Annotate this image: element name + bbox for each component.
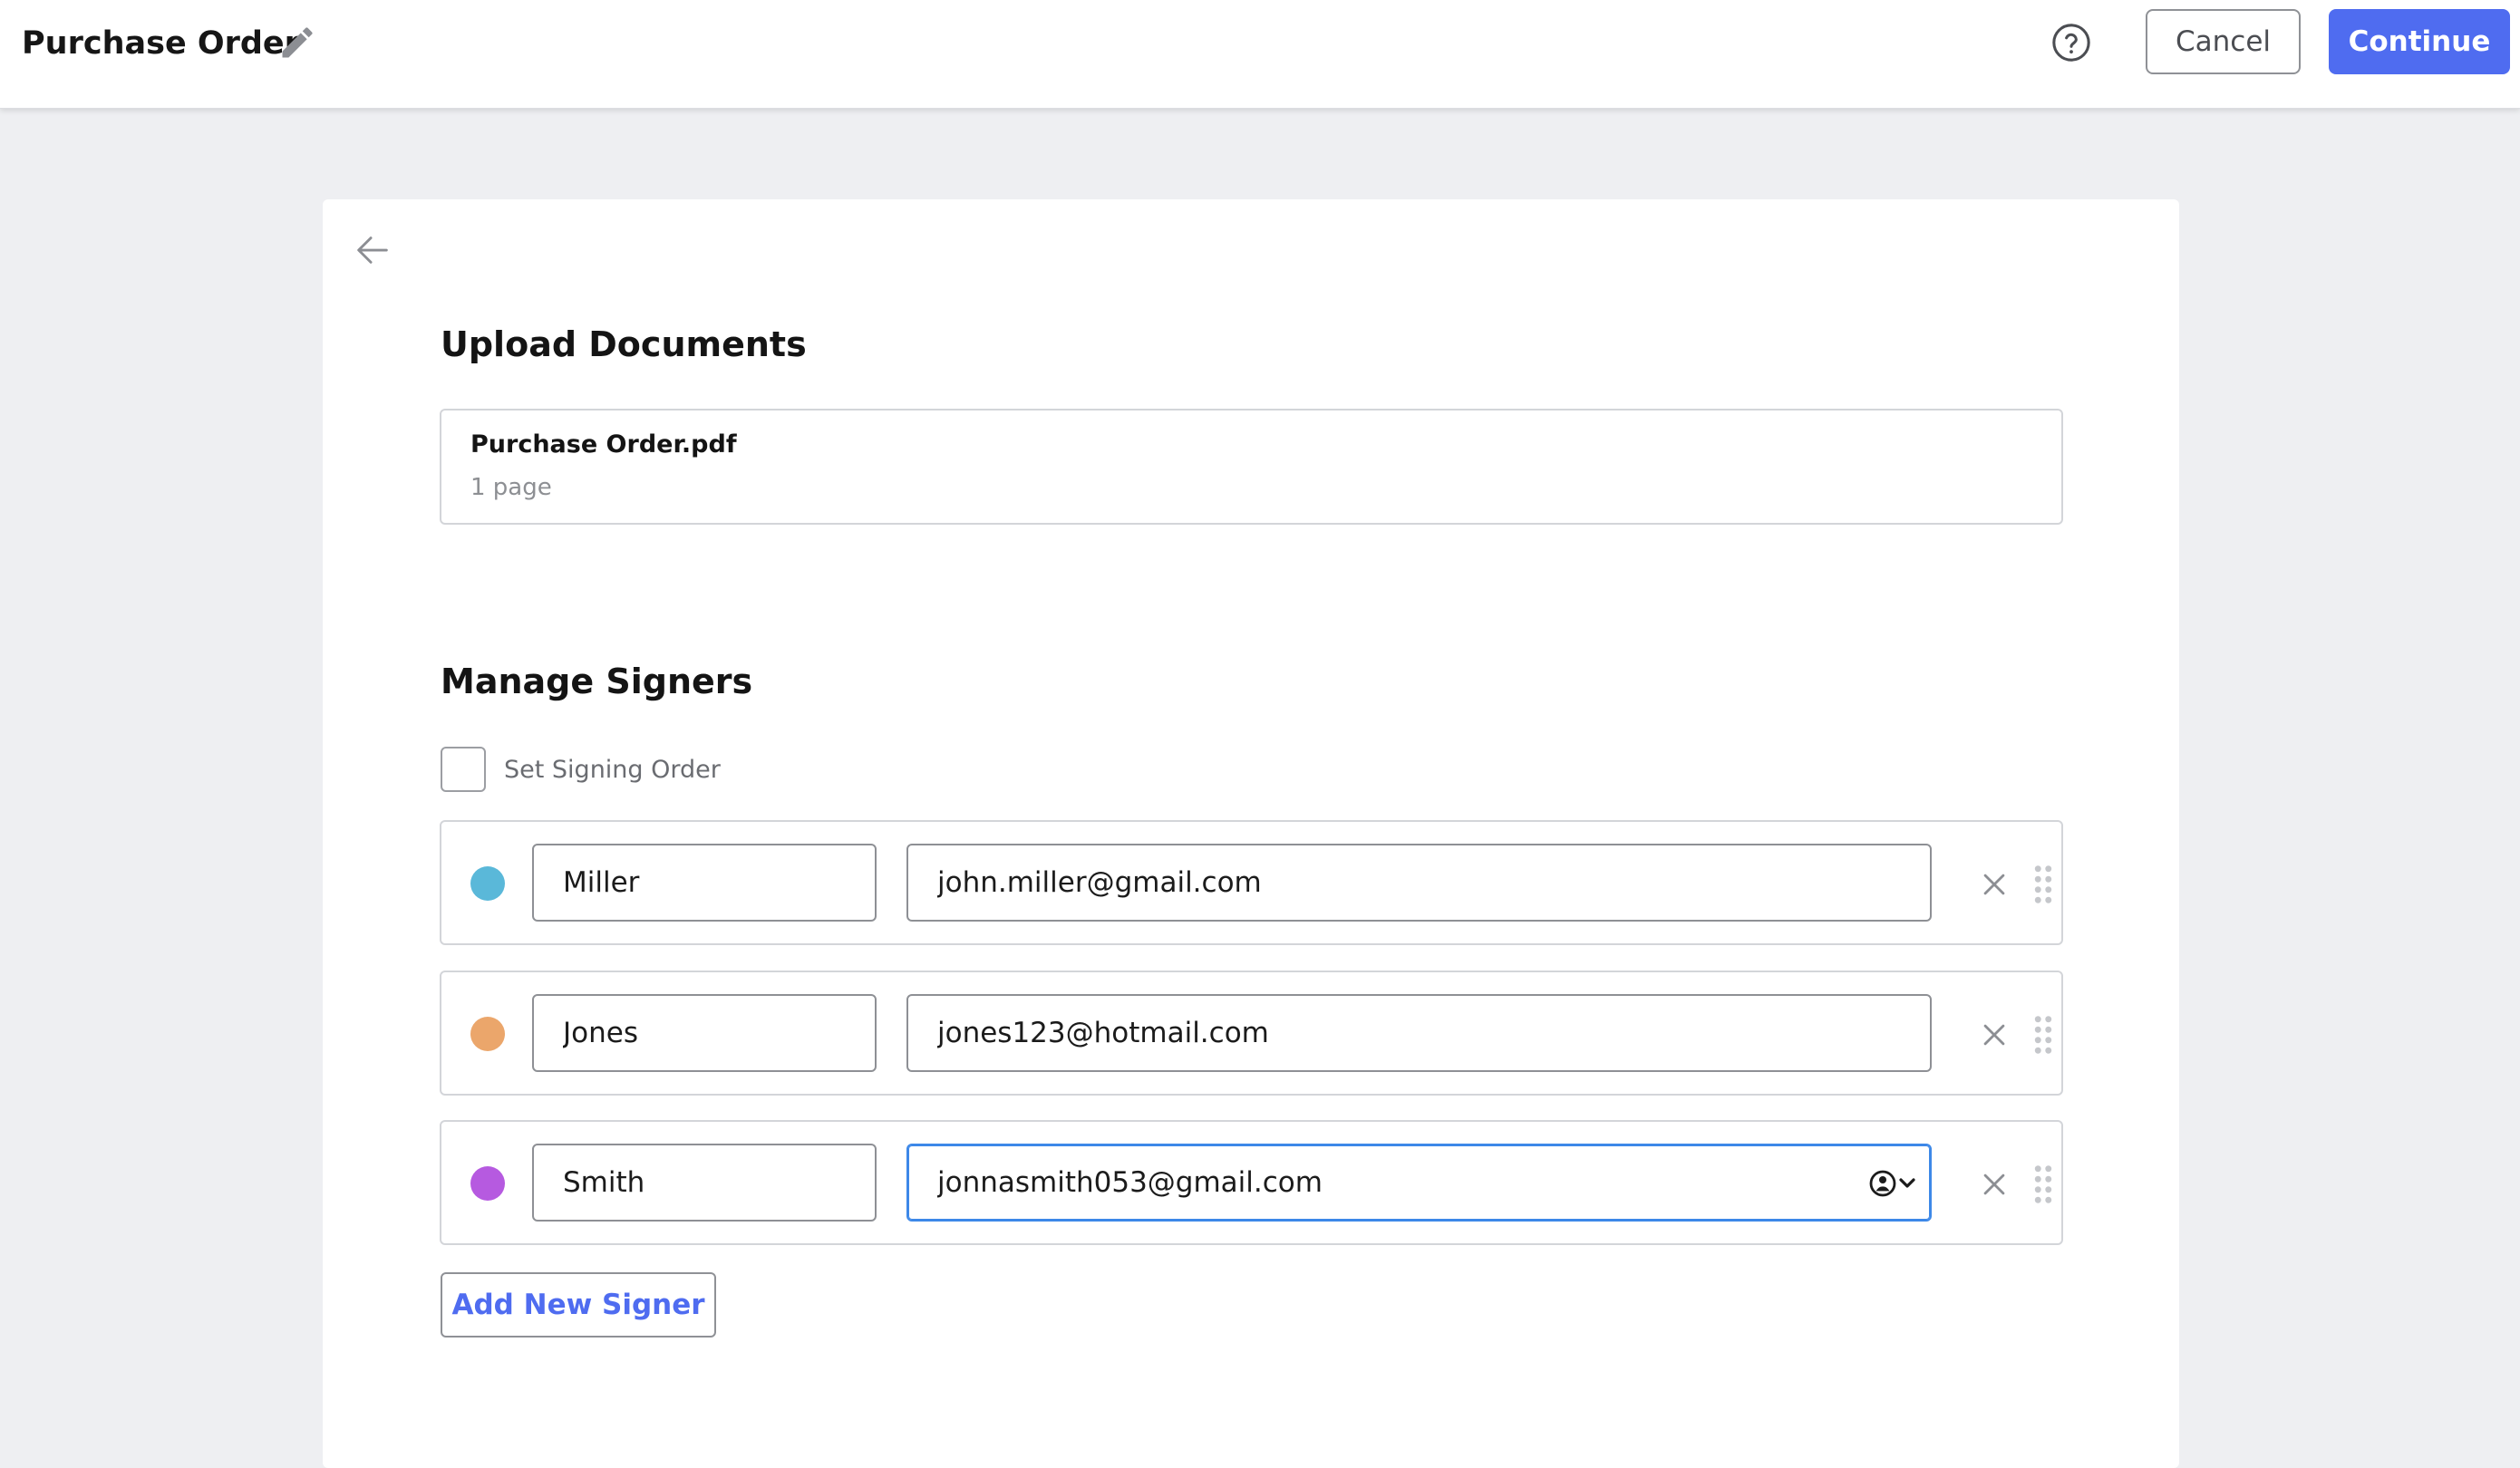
signer-name-input[interactable] — [532, 844, 877, 922]
signer-email-input[interactable] — [906, 844, 1932, 922]
top-bar: Purchase Order Cancel Continue — [0, 0, 2520, 109]
close-icon[interactable] — [1979, 1169, 2010, 1200]
signer-color-dot — [470, 1166, 505, 1201]
drag-handle-icon[interactable] — [2032, 1164, 2054, 1205]
add-new-signer-button[interactable]: Add New Signer — [441, 1272, 716, 1338]
drag-handle-icon[interactable] — [2032, 1014, 2054, 1056]
signer-color-dot — [470, 866, 505, 901]
continue-button[interactable]: Continue — [2329, 9, 2510, 74]
signing-order-label: Set Signing Order — [504, 756, 721, 784]
main-card: Upload Documents Purchase Order.pdf 1 pa… — [323, 199, 2179, 1468]
signer-name-input[interactable] — [532, 994, 877, 1072]
help-icon[interactable] — [2050, 22, 2092, 63]
pencil-icon[interactable] — [277, 23, 317, 63]
drag-handle-icon[interactable] — [2032, 864, 2054, 905]
signer-email-input[interactable] — [906, 1144, 1932, 1222]
uploaded-file-card[interactable]: Purchase Order.pdf 1 page — [440, 409, 2063, 525]
cancel-button[interactable]: Cancel — [2146, 9, 2301, 74]
signer-color-dot — [470, 1017, 505, 1051]
signer-row — [440, 971, 2063, 1096]
signer-email-input[interactable] — [906, 994, 1932, 1072]
contact-picker-icon[interactable] — [1868, 1165, 1919, 1202]
manage-signers-heading: Manage Signers — [441, 662, 753, 701]
file-page-count: 1 page — [470, 474, 552, 501]
back-arrow-icon[interactable] — [352, 229, 393, 271]
close-icon[interactable] — [1979, 869, 2010, 900]
file-name: Purchase Order.pdf — [470, 430, 737, 459]
close-icon[interactable] — [1979, 1019, 2010, 1050]
signer-name-input[interactable] — [532, 1144, 877, 1222]
upload-documents-heading: Upload Documents — [441, 324, 807, 364]
signer-row — [440, 1120, 2063, 1245]
document-title: Purchase Order — [22, 25, 300, 62]
signer-row — [440, 820, 2063, 945]
signing-order-checkbox[interactable] — [441, 747, 486, 792]
